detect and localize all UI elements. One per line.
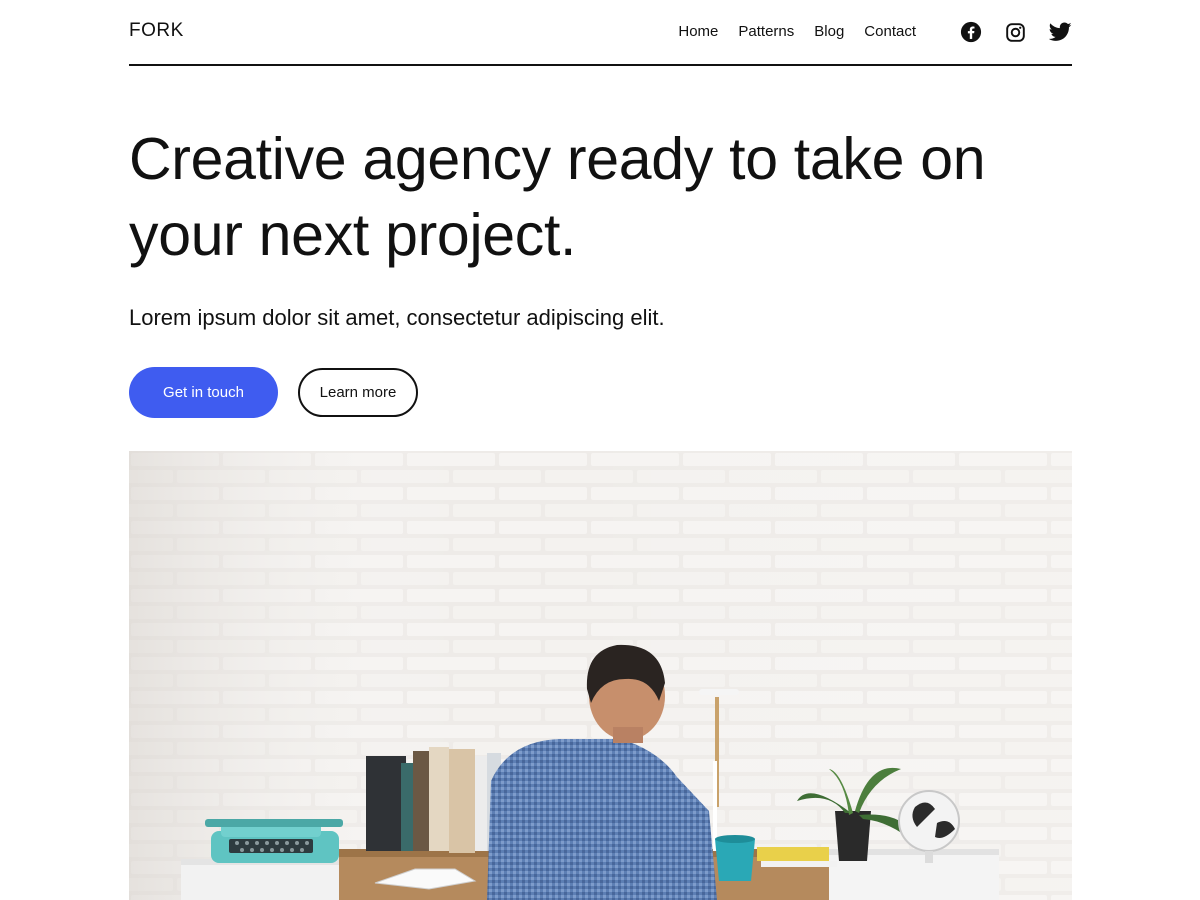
get-in-touch-button[interactable]: Get in touch [129,367,278,418]
nav-patterns[interactable]: Patterns [738,19,794,45]
facebook-icon[interactable] [959,21,982,44]
nav-contact[interactable]: Contact [864,19,916,45]
instagram-icon[interactable] [1004,21,1027,44]
hero-title: Creative agency ready to take on your ne… [129,126,986,268]
office-desk-illustration [129,451,1072,900]
twitter-icon[interactable] [1049,21,1072,44]
learn-more-button[interactable]: Learn more [298,368,418,417]
hero-subtitle: Lorem ipsum dolor sit amet, consectetur … [129,305,665,330]
site-header: FORK Home Patterns Blog Contact [129,0,1072,66]
hero-image [129,451,1072,900]
nav-blog[interactable]: Blog [814,19,844,45]
main-nav: Home Patterns Blog Contact [678,19,1072,45]
nav-home[interactable]: Home [678,19,718,45]
site-logo[interactable]: FORK [129,20,184,42]
